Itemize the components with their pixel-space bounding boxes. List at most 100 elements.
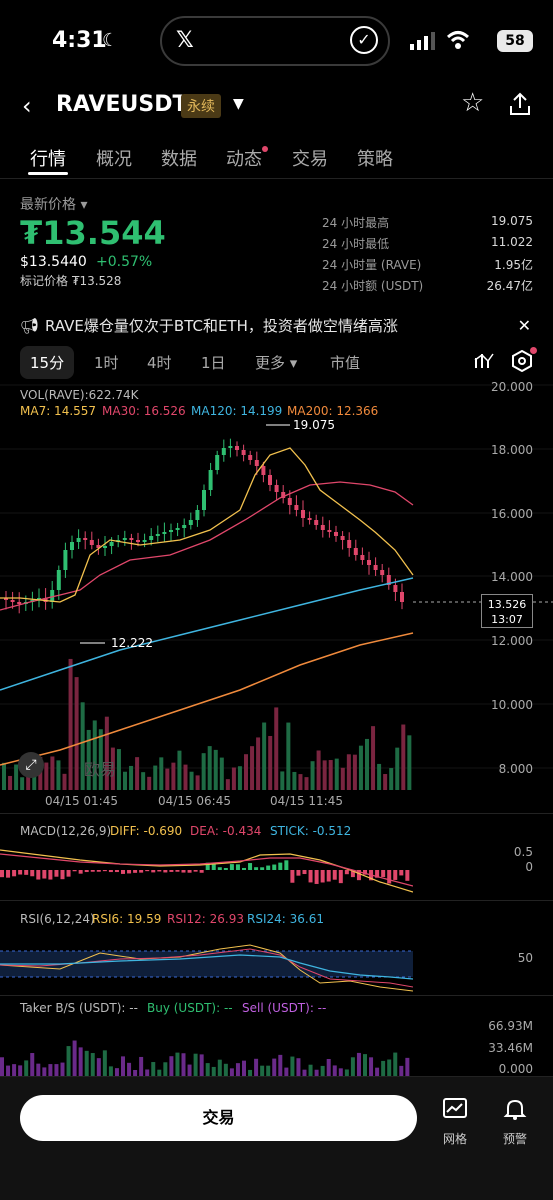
macd-bar xyxy=(290,870,295,883)
candle-body xyxy=(294,505,299,510)
volume-bar xyxy=(159,757,164,790)
interval-15m[interactable]: 15分 xyxy=(20,346,75,379)
macd-bar xyxy=(90,870,95,872)
candle-body xyxy=(208,470,213,490)
volume-bar xyxy=(377,763,382,790)
grid-button[interactable]: 网格 xyxy=(440,1098,470,1147)
volume-bar xyxy=(74,677,79,790)
taker-bar xyxy=(205,1063,210,1076)
taker-bar xyxy=(72,1040,77,1076)
candle-body xyxy=(76,538,81,542)
price-label[interactable]: 最新价格 ▾ xyxy=(20,194,87,214)
taker-sell: Sell (USDT): -- xyxy=(242,1001,327,1015)
taker-bar xyxy=(356,1052,361,1076)
y-tick-8: 8.000 xyxy=(498,762,533,776)
volume-bar xyxy=(401,724,406,790)
candle-body xyxy=(360,555,365,560)
volume-bar xyxy=(213,749,218,790)
macd-bar xyxy=(30,870,35,877)
macd-bar xyxy=(235,864,240,870)
indicator-icon[interactable] xyxy=(474,350,494,374)
candle-body xyxy=(287,498,292,505)
volume-bar xyxy=(219,757,224,790)
candle-body xyxy=(109,542,114,546)
dropdown-icon[interactable]: ▼ xyxy=(233,96,244,112)
stat-value-amount: 26.47亿 xyxy=(486,279,533,293)
macd-chart xyxy=(0,849,413,893)
macd-bar xyxy=(314,870,319,884)
alert-button[interactable]: 预警 xyxy=(500,1098,530,1147)
volume-bar xyxy=(20,777,25,790)
volume-bar xyxy=(147,776,152,790)
volume-bar xyxy=(189,771,194,790)
macd-tick-05: 0.5 xyxy=(513,845,533,859)
tab-market[interactable]: 行情 xyxy=(30,145,66,171)
candle-body xyxy=(17,602,22,604)
taker-buy: Buy (USDT): -- xyxy=(147,1001,233,1015)
divider xyxy=(0,995,553,996)
macd-bar xyxy=(266,865,271,870)
star-icon[interactable]: ☆ xyxy=(461,88,484,118)
tab-overview[interactable]: 概况 xyxy=(96,145,132,171)
candle-body xyxy=(149,536,154,540)
stat-label-volume: 24 小时量 (RAVE) xyxy=(322,258,422,272)
volume-bar xyxy=(407,735,412,790)
rsi-chart xyxy=(0,944,413,992)
interval-market-cap[interactable]: 市值 xyxy=(330,352,360,373)
news-banner[interactable]: 📢︎ RAVE爆仓量仅次于BTC和ETH，投资者做空情绪高涨 xyxy=(20,315,533,336)
settings-dot xyxy=(530,347,537,354)
macd-bar xyxy=(338,870,343,884)
tab-data[interactable]: 数据 xyxy=(161,145,197,171)
candle-body xyxy=(367,560,371,565)
taker-bar xyxy=(139,1056,144,1076)
taker-bar xyxy=(30,1053,35,1076)
rsi-tick-50: 50 xyxy=(517,951,533,965)
macd-bar xyxy=(211,864,216,870)
candle-body xyxy=(327,530,332,532)
countdown: 13:07 xyxy=(491,613,523,626)
macd-bar xyxy=(133,870,138,873)
interval-more[interactable]: 更多 ▾ xyxy=(255,352,297,373)
macd-bar xyxy=(54,870,59,877)
taker-bar xyxy=(181,1053,186,1076)
expand-icon[interactable]: ⤢ xyxy=(18,752,44,778)
interval-4h[interactable]: 4时 xyxy=(147,352,172,373)
ma200-label: MA200: 12.366 xyxy=(287,404,379,418)
macd-bar xyxy=(66,870,71,877)
volume-bar xyxy=(44,762,49,790)
taker-bar xyxy=(84,1050,89,1076)
macd-diff: DIFF: -0.690 xyxy=(110,824,183,838)
x-logo-icon: 𝕏 xyxy=(176,28,194,53)
volume-bar xyxy=(244,754,248,790)
taker-bar xyxy=(254,1058,259,1076)
tab-trade[interactable]: 交易 xyxy=(292,145,328,171)
taker-tick-mid: 33.46M xyxy=(488,1041,533,1055)
volume-bar xyxy=(153,765,158,790)
macd-bar xyxy=(223,867,228,870)
macd-bar xyxy=(139,870,144,873)
candle-body xyxy=(261,466,266,475)
macd-bar xyxy=(387,870,392,884)
vol-label: VOL(RAVE):622.74K xyxy=(20,388,139,402)
main-chart[interactable] xyxy=(0,380,553,810)
symbol-title[interactable]: RAVEUSDT xyxy=(56,92,188,117)
candle-body xyxy=(320,525,325,530)
interval-1h[interactable]: 1时 xyxy=(94,352,119,373)
macd-bar xyxy=(6,870,11,878)
trade-button[interactable]: 交易 xyxy=(20,1095,417,1141)
taker-tick-top: 66.93M xyxy=(488,1019,533,1033)
ma7-label: MA7: 14.557 xyxy=(20,404,97,418)
macd-bar xyxy=(242,867,246,870)
volume-bar xyxy=(352,754,357,790)
candle-body xyxy=(340,536,345,540)
back-icon[interactable]: ‹ xyxy=(22,92,32,120)
settings-icon[interactable] xyxy=(511,349,533,376)
tab-strategy[interactable]: 策略 xyxy=(357,145,393,171)
interval-1d[interactable]: 1日 xyxy=(201,352,226,373)
share-icon[interactable] xyxy=(508,92,532,120)
tab-news[interactable]: 动态 xyxy=(226,145,262,171)
macd-bar xyxy=(151,870,156,873)
taker-bar xyxy=(48,1064,53,1076)
close-icon[interactable]: ✕ xyxy=(518,316,531,335)
macd-bar xyxy=(193,870,198,872)
